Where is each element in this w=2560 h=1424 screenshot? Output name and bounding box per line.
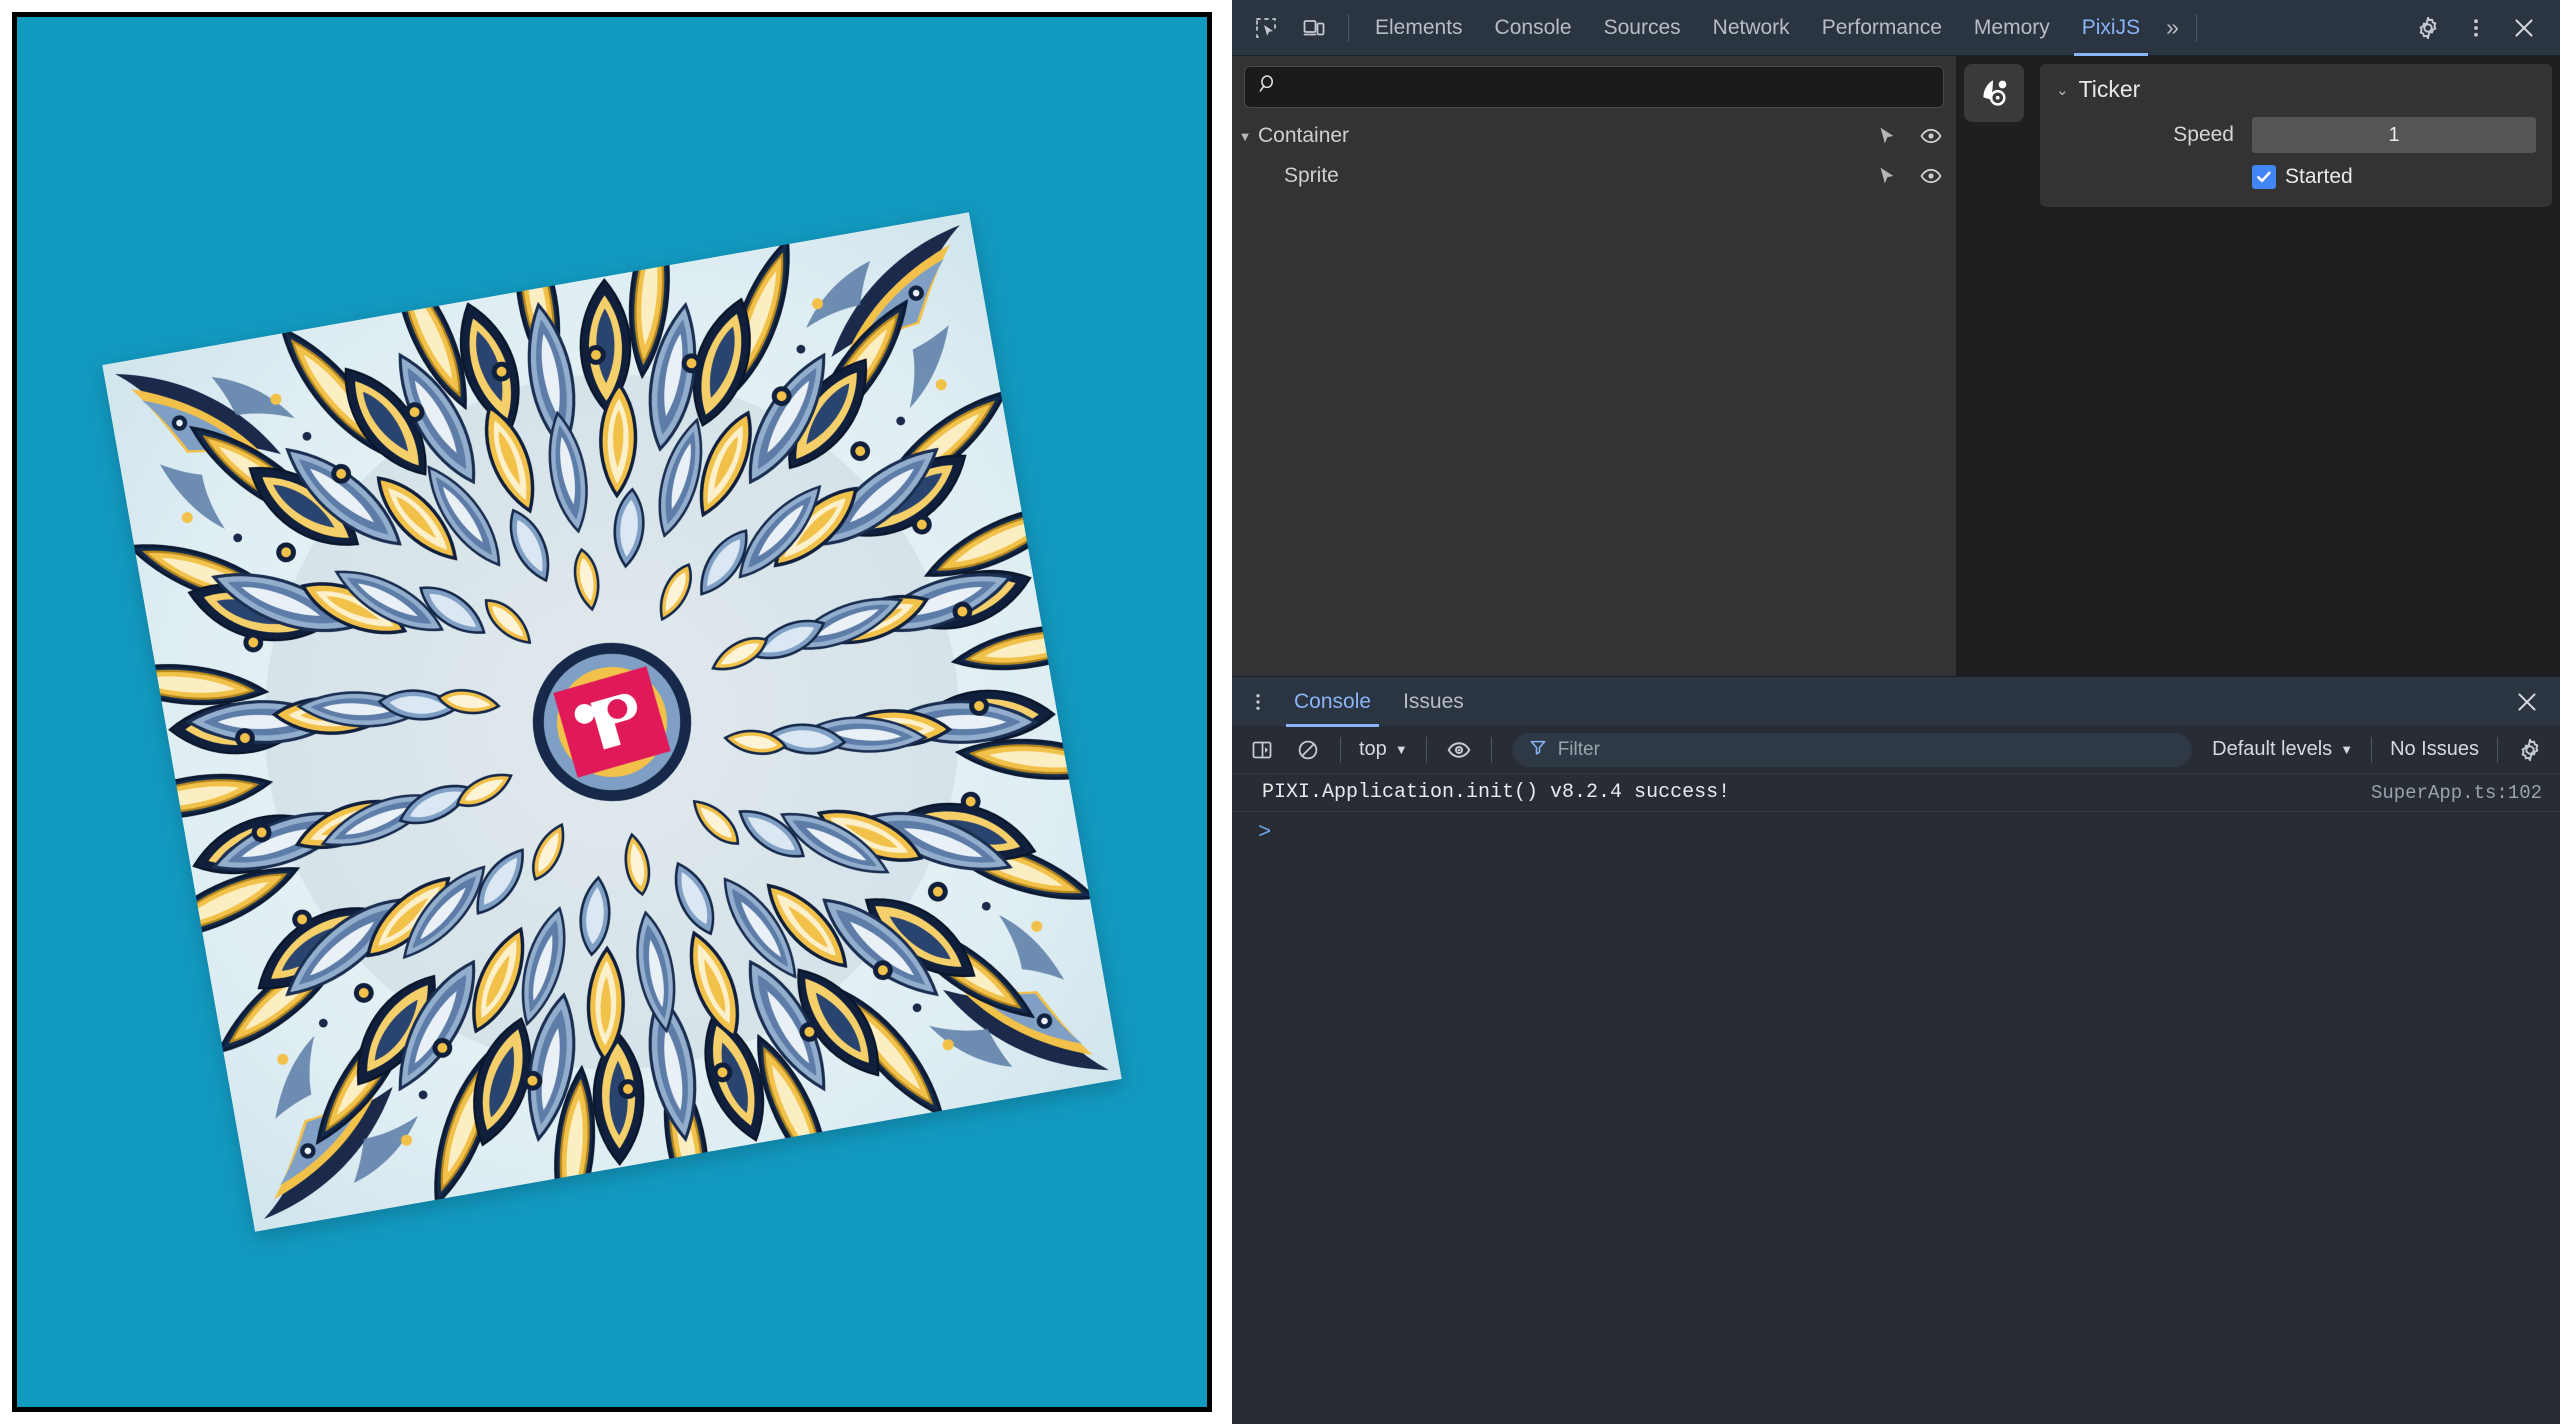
console-toolbar-divider-4 [2371,736,2373,763]
visibility-eye-icon[interactable] [1918,163,1944,189]
tree-node-container[interactable]: ▼ Container [1232,116,1956,156]
console-message[interactable]: PIXI.Application.init() v8.2.4 success! … [1232,774,2560,812]
console-context-selector[interactable]: top ▼ [1353,738,1414,761]
tab-performance[interactable]: Performance [1806,0,1958,56]
tree-node-actions [1874,123,1944,149]
pixijs-logo-icon[interactable] [1964,64,2024,122]
web-page-area [0,0,1232,1424]
console-toolbar-divider-3 [1490,736,1492,763]
device-toolbar-icon[interactable] [1292,6,1336,50]
started-label: Started [2285,165,2353,188]
tree-node-label: Container [1258,124,1350,147]
pixijs-panel: ▼ Container Sprite ⌄ Ticker Speed 1 Star… [1232,56,2560,676]
inspector-icon-rail [1956,56,2032,676]
mandala-sprite[interactable] [102,212,1122,1232]
devtools-toolbar: Elements Console Sources Network Perform… [1232,0,2560,56]
console-message-source[interactable]: SuperApp.ts:102 [2371,782,2542,804]
gear-icon[interactable] [2406,6,2450,50]
console-filter[interactable] [1511,732,2193,767]
ticker-speed-row: Speed [2056,117,2536,153]
tree-node-label: Sprite [1284,164,1339,187]
console-levels-label: Default levels [2212,738,2333,760]
console-levels-selector[interactable]: Default levels ▼ [2206,738,2359,761]
drawer-tab-console[interactable]: Console [1278,677,1387,727]
console-message-text: PIXI.Application.init() v8.2.4 success! [1262,781,1731,804]
devtools-drawer: Console Issues top ▼ Filter Default leve… [1232,676,2560,1424]
pixi-canvas[interactable] [17,17,1207,1407]
console-toolbar-divider [1340,736,1341,763]
search-input[interactable] [1287,76,1931,98]
drawer-close-icon[interactable] [2504,679,2550,725]
close-icon[interactable] [2502,6,2546,50]
console-filter-input[interactable] [1557,738,2177,761]
ticker-section: ⌄ Ticker Speed Started [2040,64,2552,207]
visibility-eye-icon[interactable] [1918,123,1944,149]
tree-node-sprite[interactable]: Sprite [1232,156,1956,196]
tab-memory[interactable]: Memory [1958,0,2066,56]
ticker-speed-input[interactable] [2252,117,2536,153]
chevron-down-icon[interactable]: ▼ [1232,129,1258,144]
console-toolbar-divider-5 [2497,736,2498,763]
tab-elements[interactable]: Elements [1359,0,1479,56]
drawer-tab-issues[interactable]: Issues [1387,677,1480,727]
ticker-section-header[interactable]: ⌄ Ticker [2056,76,2536,103]
filter-icon [1528,737,1548,763]
console-sidebar-icon[interactable] [1242,731,1282,769]
chevron-down-icon: ▼ [2340,742,2354,757]
scene-tree-search[interactable] [1244,66,1944,108]
tree-node-actions [1874,163,1944,189]
tab-pixijs[interactable]: PixiJS [2066,0,2156,56]
clear-console-icon[interactable] [1288,731,1328,769]
toolbar-divider-2 [2195,13,2197,42]
console-prompt[interactable]: > [1232,812,2560,853]
search-icon [1257,73,1279,101]
console-output: PIXI.Application.init() v8.2.4 success! … [1232,774,2560,1424]
drawer-tabbar: Console Issues [1232,676,2560,727]
ticker-speed-label: Speed [2173,123,2234,146]
prompt-caret-icon: > [1258,820,1272,845]
inspect-element-icon[interactable] [1244,6,1288,50]
live-expression-icon[interactable] [1439,731,1479,769]
gear-icon[interactable] [2510,731,2550,769]
toolbar-divider [1348,13,1349,42]
properties-inspector: ⌄ Ticker Speed Started [2032,56,2560,676]
devtools-window: Elements Console Sources Network Perform… [1232,0,2560,1424]
console-toolbar-divider-2 [1425,736,1427,763]
select-cursor-icon[interactable] [1874,123,1900,149]
console-toolbar: top ▼ Filter Default levels ▼ No Issues [1232,726,2560,774]
pixi-canvas-frame [12,12,1212,1412]
chevron-down-icon: ▼ [1394,742,1408,757]
console-context-label: top [1359,738,1387,760]
tab-sources[interactable]: Sources [1588,0,1697,56]
issues-status[interactable]: No Issues [2384,738,2485,761]
toolbar-right-actions [2404,6,2560,50]
scene-tree-search-wrap [1232,56,1956,116]
more-options-icon[interactable] [1238,682,1278,722]
console-prompt-input[interactable] [1281,821,2542,844]
scene-tree-panel: ▼ Container Sprite [1232,56,1956,676]
tab-network[interactable]: Network [1697,0,1806,56]
started-checkbox[interactable] [2252,165,2276,189]
chevron-down-icon[interactable]: ⌄ [2056,81,2069,99]
select-cursor-icon[interactable] [1874,163,1900,189]
ticker-started-row: Started [2056,165,2536,189]
more-tabs-icon[interactable]: » [2156,14,2186,41]
section-title: Ticker [2078,76,2141,102]
kebab-menu-icon[interactable] [2454,6,2498,50]
tab-console[interactable]: Console [1479,0,1588,56]
